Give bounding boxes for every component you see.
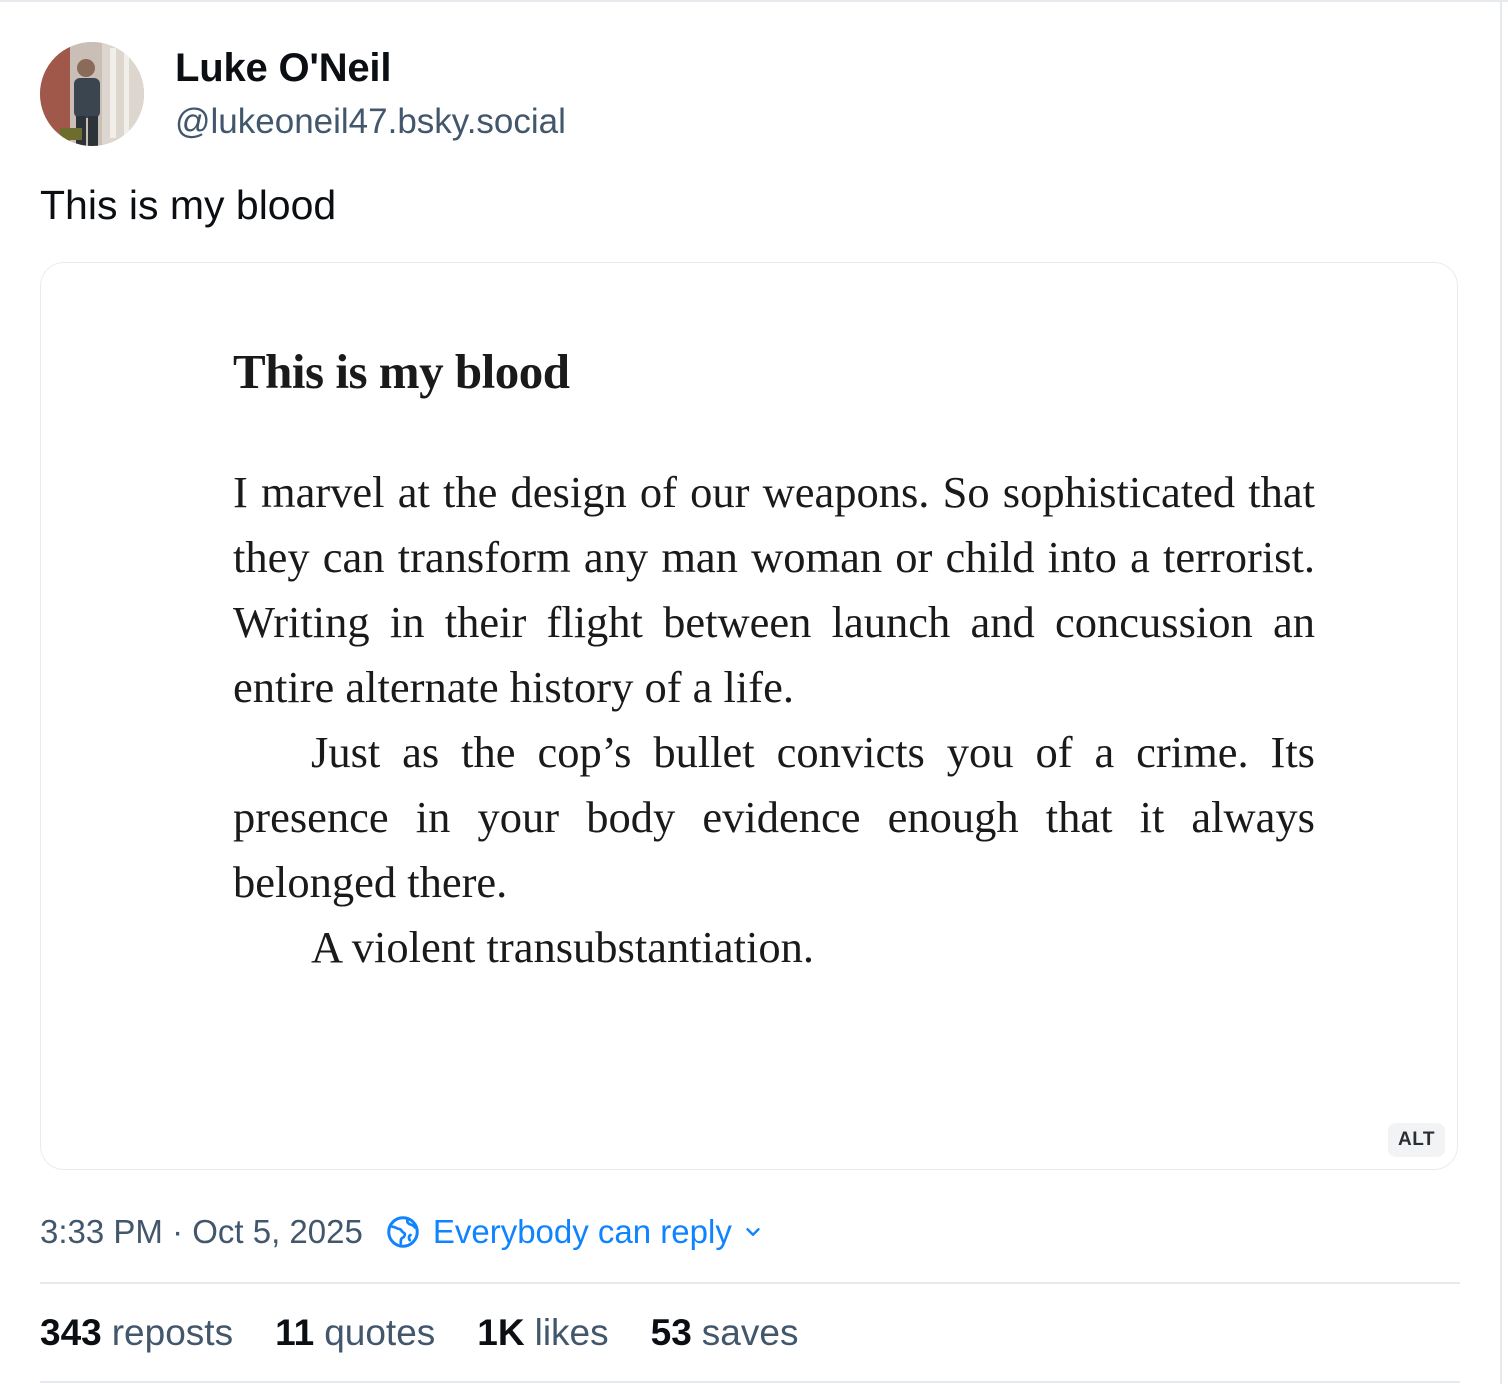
globe-icon xyxy=(387,1216,419,1248)
divider xyxy=(40,1381,1460,1383)
post-timestamp[interactable]: 3:33 PM · Oct 5, 2025 xyxy=(40,1213,363,1251)
chevron-down-icon xyxy=(746,1228,760,1236)
right-border xyxy=(1500,0,1502,1384)
excerpt-paragraph: Just as the cop’s bullet convicts you of… xyxy=(233,727,1315,907)
stat-count: 11 xyxy=(275,1312,315,1353)
post-meta: 3:33 PM · Oct 5, 2025 Everybody can repl… xyxy=(40,1210,764,1254)
stat-label: quotes xyxy=(324,1312,436,1353)
stat-count: 53 xyxy=(650,1312,692,1353)
image-excerpt: This is my blood I marvel at the design … xyxy=(233,343,1315,980)
profile-photo-icon xyxy=(40,42,144,146)
stat-saves[interactable]: 53 saves xyxy=(651,1312,799,1354)
stat-reposts[interactable]: 343 reposts xyxy=(40,1312,233,1354)
alt-text-button[interactable]: ALT xyxy=(1387,1123,1445,1157)
reply-setting-label: Everybody can reply xyxy=(432,1213,732,1250)
stat-label: reposts xyxy=(111,1312,234,1353)
post-image[interactable]: This is my blood I marvel at the design … xyxy=(40,262,1458,1170)
stat-label: likes xyxy=(534,1312,609,1353)
stat-likes[interactable]: 1K likes xyxy=(477,1312,608,1354)
excerpt-paragraph: I marvel at the design of our weapons. S… xyxy=(233,467,1315,712)
reply-setting-button[interactable]: Everybody can reply xyxy=(385,1213,764,1251)
avatar[interactable] xyxy=(40,42,144,146)
excerpt-title: This is my blood xyxy=(233,344,570,399)
divider xyxy=(40,1282,1460,1284)
stat-count: 1K xyxy=(477,1312,525,1353)
excerpt-paragraph: A violent transubstantiation. xyxy=(311,922,815,972)
stat-label: saves xyxy=(701,1312,799,1353)
author-display-name[interactable]: Luke O'Neil xyxy=(175,46,391,91)
top-border xyxy=(0,0,1508,2)
stat-count: 343 xyxy=(40,1312,102,1353)
engagement-stats: 343 reposts 11 quotes 1K likes 53 saves xyxy=(40,1308,840,1358)
author-handle[interactable]: @lukeoneil47.bsky.social xyxy=(175,102,566,142)
post-text: This is my blood xyxy=(40,182,337,228)
stat-quotes[interactable]: 11 quotes xyxy=(275,1312,435,1354)
